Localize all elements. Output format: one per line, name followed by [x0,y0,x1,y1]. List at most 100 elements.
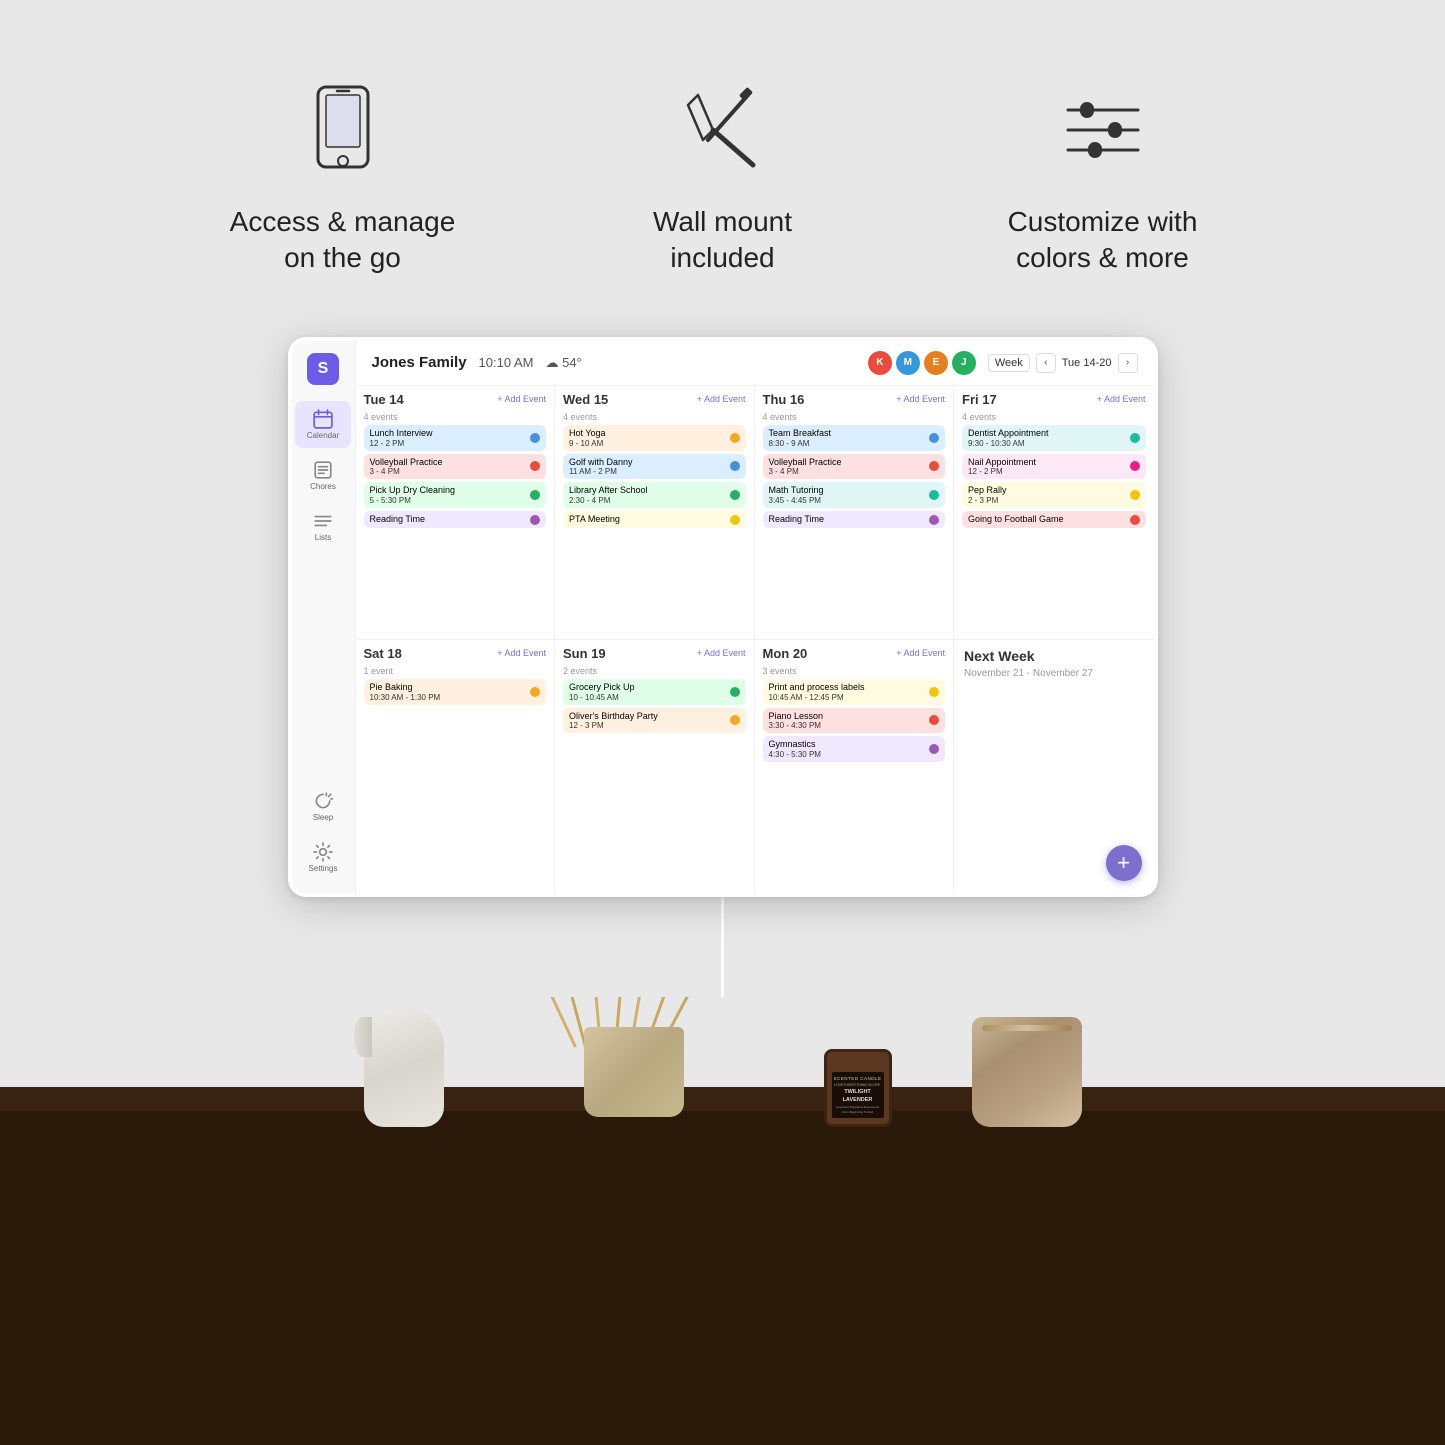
add-event-sun19[interactable]: + Add Event [697,648,746,658]
event-dot [929,490,939,500]
event-hot-yoga[interactable]: Hot Yoga9 - 10 AM [563,425,746,451]
sidebar-item-chores[interactable]: Chores [295,452,351,499]
event-volleyball-tue[interactable]: Volleyball Practice3 - 4 PM [364,454,547,480]
event-birthday-party[interactable]: Oliver's Birthday Party12 - 3 PM [563,708,746,734]
event-dot [1130,433,1140,443]
day-col-thu16: Thu 16 + Add Event 4 events Team Breakfa… [755,386,955,639]
day-name-wed15: Wed 15 [563,392,608,407]
sliders-icon [1053,80,1153,180]
event-volleyball-thu[interactable]: Volleyball Practice3 - 4 PM [763,454,946,480]
event-dot [1130,515,1140,525]
avatar-j: J [952,351,976,375]
feature-mount-text: Wall mount included [653,204,792,277]
event-golf-danny[interactable]: Golf with Danny11 AM - 2 PM [563,454,746,480]
event-pie-baking[interactable]: Pie Baking10:30 AM - 1:30 PM [364,679,547,705]
add-event-wed15[interactable]: + Add Event [697,394,746,404]
event-title: Print and process labels [769,682,865,693]
event-title: Pick Up Dry Cleaning [370,485,456,496]
sidebar-settings-label: Settings [309,864,338,873]
device-cable [721,897,724,997]
event-title: Reading Time [370,514,426,525]
add-event-fab[interactable]: + [1106,845,1142,881]
events-count-mon20: 3 events [763,666,946,676]
sidebar: S Calendar [292,341,356,893]
event-grocery[interactable]: Grocery Pick Up10 - 10:45 AM [563,679,746,705]
event-dot [730,490,740,500]
events-count-sun19: 2 events [563,666,746,676]
week-row-2: Sat 18 + Add Event 1 event Pie Baking10:… [356,640,1154,893]
event-title: Oliver's Birthday Party [569,711,658,722]
day-col-sat18: Sat 18 + Add Event 1 event Pie Baking10:… [356,640,556,893]
day-col-mon20: Mon 20 + Add Event 3 events Print and pr… [755,640,955,893]
sidebar-item-settings[interactable]: Settings [295,834,351,881]
day-header-sun19: Sun 19 + Add Event [563,646,746,661]
event-pta[interactable]: PTA Meeting [563,511,746,528]
event-dot [530,433,540,443]
event-dot [929,715,939,725]
add-event-sat18[interactable]: + Add Event [497,648,546,658]
event-title: Pep Rally [968,485,1007,496]
sidebar-item-sleep[interactable]: Sleep [295,783,351,830]
event-dot [1130,490,1140,500]
day-header-wed15: Wed 15 + Add Event [563,392,746,407]
event-gymnastics[interactable]: Gymnastics4:30 - 5:30 PM [763,736,946,762]
event-piano[interactable]: Piano Lesson3:30 - 4:30 PM [763,708,946,734]
event-dot [530,515,540,525]
event-football-game[interactable]: Going to Football Game [962,511,1146,528]
event-title: Math Tutoring [769,485,824,496]
event-title: Volleyball Practice [370,457,443,468]
event-dot [530,490,540,500]
sidebar-item-calendar[interactable]: Calendar [295,401,351,448]
prev-week-btn[interactable]: ‹ [1036,353,1056,373]
day-col-fri17: Fri 17 + Add Event 4 events Dentist Appo… [954,386,1154,639]
sidebar-chores-label: Chores [310,482,336,491]
family-name: Jones Family [372,354,467,371]
event-title: Hot Yoga [569,428,606,439]
next-week-btn[interactable]: › [1118,353,1138,373]
event-title: Piano Lesson [769,711,824,722]
event-pep-rally[interactable]: Pep Rally2 - 3 PM [962,482,1146,508]
device-inner: S Calendar [292,341,1154,893]
day-header-sat18: Sat 18 + Add Event [364,646,547,661]
next-week-dates: November 21 - November 27 [964,668,1144,679]
event-title: Nail Appointment [968,457,1036,468]
event-dot [929,687,939,697]
event-title: Team Breakfast [769,428,832,439]
event-title: Library After School [569,485,648,496]
add-event-fri17[interactable]: + Add Event [1097,394,1146,404]
events-count-tue14: 4 events [364,412,547,422]
event-reading-tue[interactable]: Reading Time [364,511,547,528]
event-dot [730,461,740,471]
event-title: Golf with Danny [569,457,633,468]
event-reading-thu[interactable]: Reading Time [763,511,946,528]
day-name-sat18: Sat 18 [364,646,402,661]
event-math-tutoring[interactable]: Math Tutoring3:45 - 4:45 PM [763,482,946,508]
event-dot [530,687,540,697]
day-header-thu16: Thu 16 + Add Event [763,392,946,407]
phone-icon [293,80,393,180]
day-name-sun19: Sun 19 [563,646,606,661]
event-dot [929,433,939,443]
event-lunch-interview[interactable]: Lunch Interview12 - 2 PM [364,425,547,451]
event-nail-appointment[interactable]: Nail Appointment12 - 2 PM [962,454,1146,480]
header: Jones Family 10:10 AM ☁ 54° K M E J Week [356,341,1154,386]
sidebar-lists-label: Lists [315,533,331,542]
day-col-sun19: Sun 19 + Add Event 2 events Grocery Pick… [555,640,755,893]
avatar-e: E [924,351,948,375]
event-dentist[interactable]: Dentist Appointment9:30 - 10:30 AM [962,425,1146,451]
feature-customize: Customize with colors & more [973,80,1233,277]
event-dot [730,715,740,725]
day-header-fri17: Fri 17 + Add Event [962,392,1146,407]
add-event-mon20[interactable]: + Add Event [896,648,945,658]
sidebar-item-lists[interactable]: Lists [295,503,351,550]
event-print-labels[interactable]: Print and process labels10:45 AM - 12:45… [763,679,946,705]
add-event-thu16[interactable]: + Add Event [896,394,945,404]
tools-icon [673,80,773,180]
week-label[interactable]: Week [988,354,1030,372]
event-dry-cleaning[interactable]: Pick Up Dry Cleaning5 - 5:30 PM [364,482,547,508]
add-event-tue14[interactable]: + Add Event [497,394,546,404]
event-team-breakfast[interactable]: Team Breakfast8:30 - 9 AM [763,425,946,451]
event-library[interactable]: Library After School2:30 - 4 PM [563,482,746,508]
events-count-wed15: 4 events [563,412,746,422]
event-title: Volleyball Practice [769,457,842,468]
